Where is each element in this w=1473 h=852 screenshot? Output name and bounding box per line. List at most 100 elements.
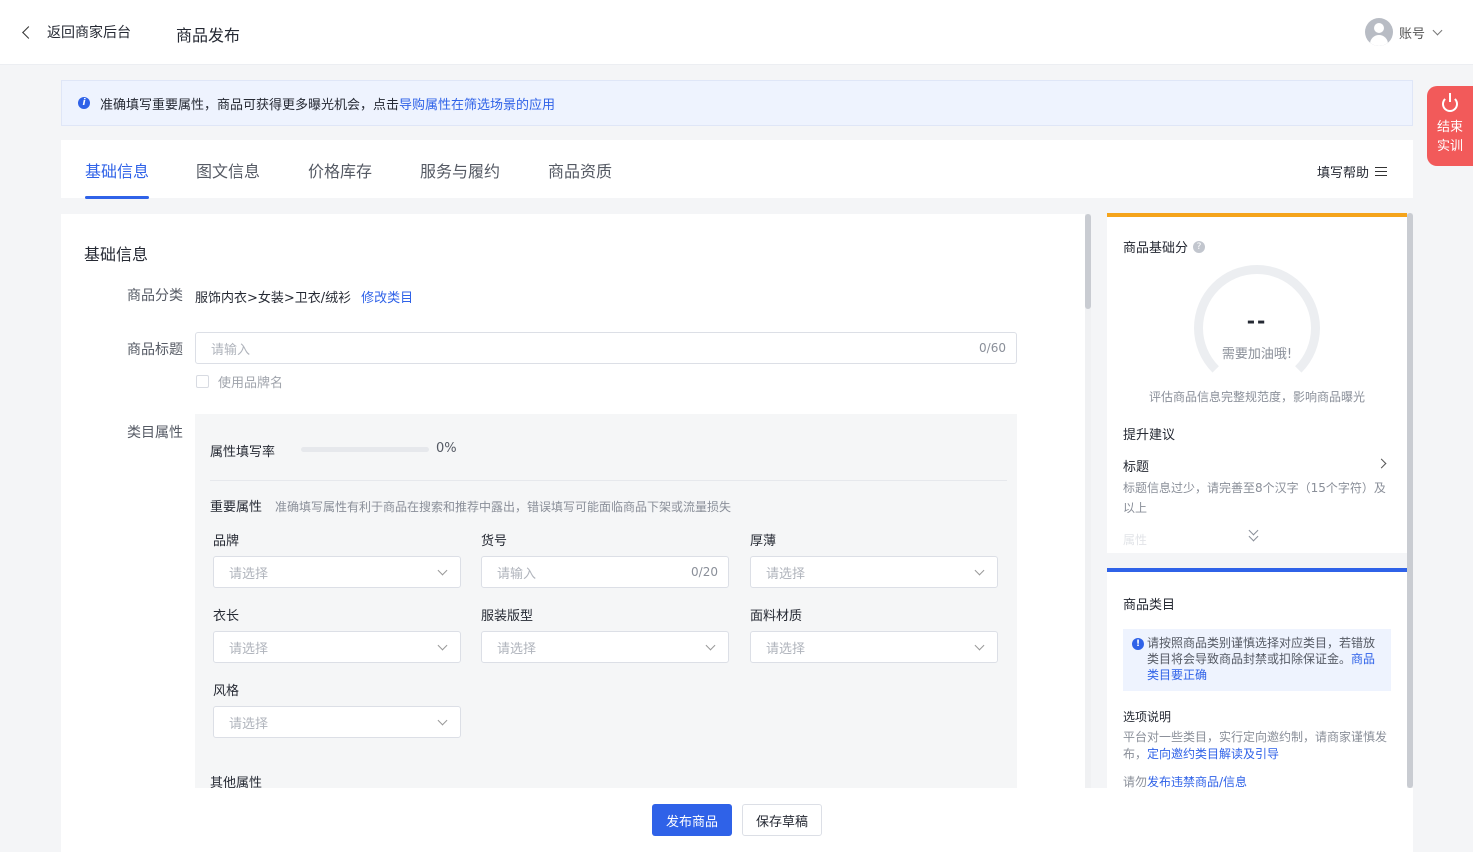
notice-text: 准确填写重要属性，商品可获得更多曝光机会，点击 [100, 97, 400, 113]
suggest-item-title[interactable]: 标题 [1123, 456, 1149, 475]
item-number-placeholder: 请输入 [497, 566, 537, 582]
category-warning-text: 请按照商品类别谨慎选择对应类目，若错放类目将会导致商品封禁或扣除保证金。 [1147, 636, 1376, 666]
main-scrollbar[interactable] [1085, 214, 1091, 788]
prohibited-link[interactable]: 发布违禁商品/信息 [1147, 775, 1247, 788]
category-value-row: 服饰内衣>女装>卫衣/绒衫 修改类目 [195, 287, 413, 306]
notice-link[interactable]: 导购属性在筛选场景的应用 [399, 94, 555, 113]
use-brand-checkbox[interactable] [196, 375, 209, 388]
score-value: -- [1246, 309, 1268, 333]
suggest-next-item: 属性 [1123, 533, 1148, 547]
back-to-merchant-link[interactable]: 返回商家后台 [20, 22, 131, 42]
expand-more-icon[interactable] [1248, 525, 1259, 542]
category-panel: 商品类目 ! 请按照商品类别谨慎选择对应类目，若错放类目将会导致商品封禁或扣除保… [1107, 568, 1407, 788]
use-brand-checkbox-row[interactable]: 使用品牌名 [196, 372, 283, 391]
fit-select[interactable]: 请选择 [481, 631, 729, 663]
important-attributes-desc: 准确填写属性有利于商品在搜索和推荐中露出，错误填写可能面临商品下架或流量损失 [275, 500, 732, 514]
info-icon: i [78, 97, 90, 109]
fill-rate-progress [301, 447, 429, 452]
length-placeholder: 请选择 [229, 641, 269, 657]
fit-label: 服装版型 [481, 609, 534, 624]
save-draft-button[interactable]: 保存草稿 [742, 804, 822, 836]
chevron-down-icon [437, 715, 448, 726]
main-scrollbar-thumb[interactable] [1085, 214, 1091, 309]
score-desc: 评估商品信息完整规范度，影响商品曝光 [1148, 390, 1365, 404]
category-warning: ! 请按照商品类别谨慎选择对应类目，若错放类目将会导致商品封禁或扣除保证金。商品… [1123, 629, 1391, 691]
notice-bar: i 准确填写重要属性，商品可获得更多曝光机会，点击 导购属性在筛选场景的应用 [61, 80, 1413, 126]
important-attributes-title: 重要属性 [210, 500, 263, 515]
end-training-line2: 实训 [1436, 139, 1463, 154]
tab-price-stock[interactable]: 价格库存 [308, 158, 372, 182]
side-scrollbar-thumb[interactable] [1407, 213, 1413, 788]
brand-label: 品牌 [213, 534, 240, 549]
category-label: 商品分类 [127, 288, 183, 304]
use-brand-label: 使用品牌名 [218, 376, 284, 391]
avatar [1364, 18, 1393, 46]
chevron-down-icon [974, 565, 985, 576]
menu-icon [1375, 167, 1387, 176]
side-scrollbar[interactable] [1407, 213, 1413, 788]
category-panel-title: 商品类目 [1123, 598, 1176, 613]
tabs-bar: 基础信息 图文信息 价格库存 服务与履约 商品资质 填写帮助 [61, 140, 1413, 199]
style-select[interactable]: 请选择 [213, 706, 461, 738]
exclamation-icon: ! [1132, 638, 1144, 650]
prohibited-row: 请勿发布违禁商品/信息 [1123, 773, 1247, 788]
thickness-select[interactable]: 请选择 [750, 556, 998, 588]
brand-placeholder: 请选择 [229, 566, 269, 582]
chevron-right-icon[interactable] [1376, 458, 1387, 469]
attributes-box: 属性填写率 0% 重要属性 准确填写属性有利于商品在搜索和推荐中露出，错误填写可… [195, 414, 1017, 788]
thickness-placeholder: 请选择 [766, 566, 806, 582]
page-title: 商品发布 [176, 26, 241, 45]
suggest-item-desc: 标题信息过少，请完善至8个汉字（15个字符）及以上 [1123, 481, 1386, 515]
prohibited-prefix: 请勿 [1123, 775, 1148, 788]
chevron-down-icon [437, 565, 448, 576]
section-title: 基础信息 [84, 245, 149, 264]
account-label: 账号 [1398, 26, 1425, 42]
question-icon[interactable]: ? [1193, 240, 1206, 253]
product-title-input[interactable]: 请输入 0/60 [195, 332, 1017, 364]
material-label: 面料材质 [750, 609, 803, 624]
chevron-down-icon [974, 640, 985, 651]
length-select[interactable]: 请选择 [213, 631, 461, 663]
power-icon [1442, 93, 1458, 112]
account-menu[interactable]: 账号 [1364, 18, 1443, 46]
product-title-placeholder: 请输入 [211, 342, 251, 358]
option-link[interactable]: 定向邀约类目解读及引导 [1147, 747, 1279, 761]
item-number-counter: 0/20 [691, 565, 718, 579]
publish-button[interactable]: 发布商品 [652, 804, 732, 836]
tab-qualification[interactable]: 商品资质 [548, 158, 612, 182]
option-title: 选项说明 [1123, 710, 1172, 724]
fill-help-button[interactable]: 填写帮助 [1317, 162, 1387, 181]
brand-select[interactable]: 请选择 [213, 556, 461, 588]
tab-image-text[interactable]: 图文信息 [196, 158, 260, 182]
score-sub: 需要加油哦! [1221, 347, 1293, 362]
material-select[interactable]: 请选择 [750, 631, 998, 663]
chevron-down-icon [705, 640, 716, 651]
back-label: 返回商家后台 [47, 25, 131, 41]
end-training-line1: 结束 [1436, 120, 1463, 135]
score-panel: 商品基础分 ? -- 需要加油哦! 评估商品信息完整规范度，影响商品曝光 提升建… [1107, 213, 1407, 553]
material-placeholder: 请选择 [766, 641, 806, 657]
suggest-title: 提升建议 [1123, 428, 1176, 443]
chevron-down-icon [1432, 25, 1443, 35]
tab-service[interactable]: 服务与履约 [420, 158, 500, 182]
tab-basic-info[interactable]: 基础信息 [85, 158, 150, 199]
fit-placeholder: 请选择 [497, 641, 537, 657]
score-panel-title-row: 商品基础分 ? [1123, 237, 1206, 256]
basic-info-form: 基础信息 商品分类 服饰内衣>女装>卫衣/绒衫 修改类目 商品标题 请输入 0/6… [61, 214, 1085, 788]
score-panel-title: 商品基础分 [1123, 241, 1189, 256]
thickness-label: 厚薄 [750, 534, 777, 549]
other-attributes-title: 其他属性 [210, 776, 263, 788]
item-number-input[interactable]: 请输入 0/20 [481, 556, 729, 588]
product-title-counter: 0/60 [979, 341, 1006, 355]
product-title-label: 商品标题 [127, 342, 183, 358]
category-value: 服饰内衣>女装>卫衣/绒衫 [195, 291, 352, 306]
fill-help-label: 填写帮助 [1316, 166, 1369, 181]
edit-category-link[interactable]: 修改类目 [361, 291, 413, 306]
chevron-left-icon [22, 25, 35, 39]
length-label: 衣长 [213, 609, 240, 624]
style-placeholder: 请选择 [229, 716, 269, 732]
bottom-action-bar: 发布商品 保存草稿 [61, 788, 1413, 852]
fill-rate-value: 0% [436, 441, 457, 456]
item-number-label: 货号 [481, 534, 508, 549]
end-training-button[interactable]: 结束 实训 [1427, 86, 1473, 166]
